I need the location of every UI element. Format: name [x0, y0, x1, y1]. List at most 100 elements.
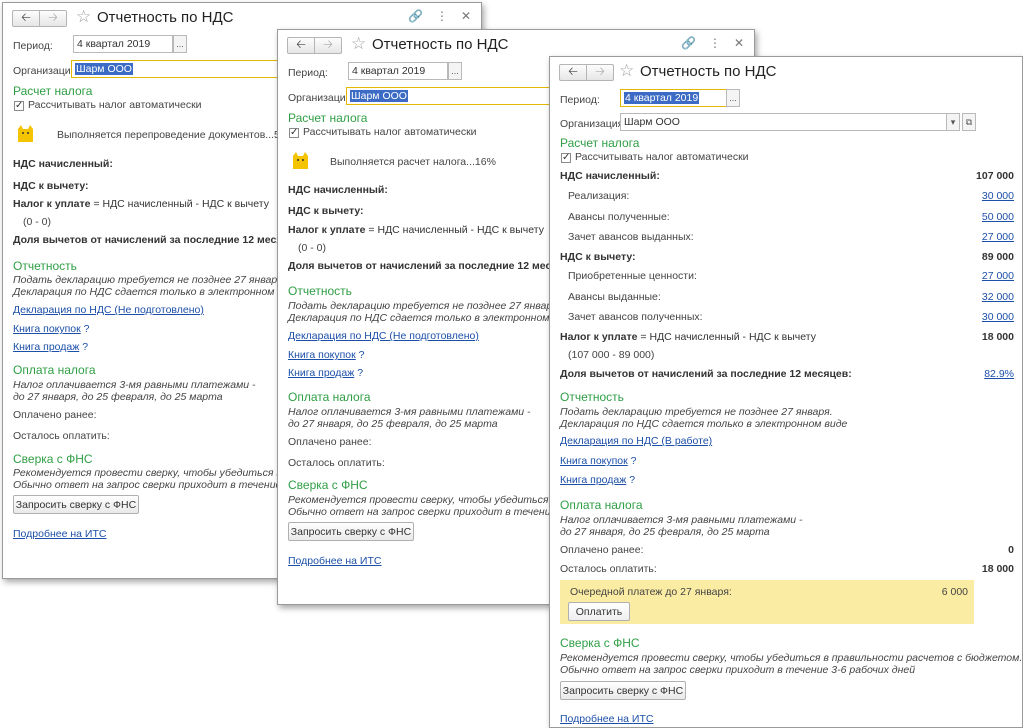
ellipsis-icon[interactable]: ...	[173, 35, 187, 53]
window-titlebar: 🡠 🡢 ☆ Отчетность по НДС 🔗 ⋮ ✕	[3, 3, 481, 31]
accrued-item-value[interactable]: 27 000	[982, 231, 1014, 243]
fns-note-2: Обычно ответ на запрос сверки приходит в…	[560, 664, 916, 676]
fns-note-1: Рекомендуется провести сверку, чтобы убе…	[560, 652, 1023, 664]
forward-arrow-icon[interactable]: 🡢	[40, 10, 67, 27]
more-icon[interactable]: ⋮	[709, 36, 721, 50]
vat-deduct-total: 89 000	[981, 251, 1014, 263]
declaration-link[interactable]: Декларация по НДС (В работе)	[560, 435, 712, 447]
ellipsis-icon[interactable]: ...	[726, 89, 740, 107]
purchase-book-link[interactable]: Книга покупок	[13, 323, 81, 335]
section-fns: Сверка с ФНС	[288, 478, 368, 492]
deduct-item-label: Приобретенные ценности:	[568, 270, 697, 282]
deduction-share-label: Доля вычетов от начислений за последние …	[288, 260, 580, 272]
period-label: Период:	[560, 94, 600, 106]
organization-label: Организация:	[288, 92, 355, 104]
section-reporting: Отчетность	[13, 259, 77, 273]
help-icon[interactable]: ?	[629, 474, 635, 486]
forward-arrow-icon[interactable]: 🡢	[315, 37, 342, 54]
accrued-item-value[interactable]: 50 000	[982, 211, 1014, 223]
more-its-link[interactable]: Подробнее на ИТС	[13, 528, 106, 540]
period-field[interactable]: 4 квартал 2019	[348, 62, 448, 80]
reporting-note-2: Декларация по НДС сдается только в элект…	[288, 312, 576, 324]
forward-arrow-icon[interactable]: 🡢	[587, 64, 614, 81]
back-arrow-icon[interactable]: 🡠	[12, 10, 40, 27]
fns-note-1: Рекомендуется провести сверку, чтобы убе…	[288, 494, 589, 506]
deduct-item-label: Зачет авансов полученных:	[568, 311, 703, 323]
next-payment-label: Очередной платеж до 27 января:	[570, 586, 732, 598]
deduct-item-label: Авансы выданные:	[568, 291, 661, 303]
pay-button[interactable]: Оплатить	[568, 602, 630, 621]
purchase-book-link[interactable]: Книга покупок	[560, 455, 628, 467]
help-icon[interactable]: ?	[359, 349, 365, 361]
sales-book-link[interactable]: Книга продаж	[288, 367, 354, 379]
ellipsis-icon[interactable]: ...	[448, 62, 462, 80]
link-icon[interactable]: 🔗	[681, 36, 696, 50]
tax-payable-total: 18 000	[981, 331, 1014, 343]
window-title: Отчетность по НДС	[640, 63, 777, 80]
period-field[interactable]: 4 квартал 2019	[620, 89, 728, 107]
checkbox-checked-icon[interactable]: ✓	[14, 101, 24, 111]
vat-accrued-label: НДС начисленный:	[560, 170, 660, 182]
tax-payable-line: Налог к уплате = НДС начисленный - НДС к…	[288, 224, 544, 236]
close-icon[interactable]: ✕	[734, 36, 744, 50]
section-payment: Оплата налога	[560, 498, 643, 512]
window-titlebar: 🡠 🡢 ☆ Отчетность по НДС 🔗 ⋮ ✕	[278, 30, 754, 58]
section-tax-calc: Расчет налога	[13, 84, 93, 98]
organization-field[interactable]: Шарм ООО	[620, 113, 960, 131]
accrued-item-value[interactable]: 30 000	[982, 190, 1014, 202]
sales-book-link[interactable]: Книга продаж	[13, 341, 79, 353]
open-icon[interactable]: ⧉	[962, 113, 976, 131]
progress-text: Выполняется расчет налога...16%	[330, 156, 496, 168]
help-icon[interactable]: ?	[82, 341, 88, 353]
purchase-book-link[interactable]: Книга покупок	[288, 349, 356, 361]
back-arrow-icon[interactable]: 🡠	[287, 37, 315, 54]
close-icon[interactable]: ✕	[461, 9, 471, 23]
paid-earlier-label: Оплачено ранее:	[13, 409, 97, 421]
request-reconciliation-button[interactable]: Запросить сверку с ФНС	[13, 495, 139, 514]
paid-earlier-label: Оплачено ранее:	[560, 544, 644, 556]
window-title: Отчетность по НДС	[97, 9, 234, 26]
more-its-link[interactable]: Подробнее на ИТС	[560, 713, 653, 725]
star-icon[interactable]: ☆	[351, 34, 366, 54]
checkbox-checked-icon[interactable]: ✓	[289, 128, 299, 138]
help-icon[interactable]: ?	[84, 323, 90, 335]
deduct-item-value[interactable]: 32 000	[982, 291, 1014, 303]
deduct-item-value[interactable]: 30 000	[982, 311, 1014, 323]
declaration-link[interactable]: Декларация по НДС (Не подготовлено)	[288, 330, 479, 342]
period-field[interactable]: 4 квартал 2019	[73, 35, 173, 53]
request-reconciliation-button[interactable]: Запросить сверку с ФНС	[288, 522, 414, 541]
report-window-3: 🡠 🡢 ☆ Отчетность по НДС Период: 4 кварта…	[549, 56, 1023, 728]
formula-values: (0 - 0)	[298, 242, 327, 254]
reporting-note-2: Декларация по НДС сдается только в элект…	[13, 286, 301, 298]
declaration-link[interactable]: Декларация по НДС (Не подготовлено)	[13, 304, 204, 316]
more-its-link[interactable]: Подробнее на ИТС	[288, 555, 381, 567]
link-icon[interactable]: 🔗	[408, 9, 423, 23]
sales-book-link[interactable]: Книга продаж	[560, 474, 626, 486]
window-title: Отчетность по НДС	[372, 36, 509, 53]
reporting-note-2: Декларация по НДС сдается только в элект…	[560, 418, 848, 430]
window-titlebar: 🡠 🡢 ☆ Отчетность по НДС	[550, 57, 1022, 85]
request-reconciliation-button[interactable]: Запросить сверку с ФНС	[560, 681, 686, 700]
star-icon[interactable]: ☆	[76, 7, 91, 27]
payment-note-1: Налог оплачивается 3-мя равными платежам…	[288, 406, 531, 418]
progress-text: Выполняется перепроведение документов...…	[57, 129, 296, 141]
vat-accrued-label: НДС начисленный:	[13, 158, 113, 170]
help-icon[interactable]: ?	[357, 367, 363, 379]
vat-accrued-total: 107 000	[976, 170, 1014, 182]
more-icon[interactable]: ⋮	[436, 9, 448, 23]
auto-calc-label: Рассчитывать налог автоматически	[303, 126, 477, 138]
dropdown-icon[interactable]: ▾	[946, 113, 960, 131]
fns-note-2: Обычно ответ на запрос сверки приходит в…	[288, 506, 584, 518]
help-icon[interactable]: ?	[631, 455, 637, 467]
next-payment-value: 6 000	[941, 586, 968, 598]
back-arrow-icon[interactable]: 🡠	[559, 64, 587, 81]
star-icon[interactable]: ☆	[619, 61, 634, 81]
vat-deduct-label: НДС к вычету:	[560, 251, 636, 263]
deduction-share-value[interactable]: 82.9%	[984, 368, 1014, 380]
deduct-item-value[interactable]: 27 000	[982, 270, 1014, 282]
period-label: Период:	[288, 67, 328, 79]
checkbox-checked-icon[interactable]: ✓	[561, 153, 571, 163]
auto-calc-label: Рассчитывать налог автоматически	[575, 151, 749, 163]
section-tax-calc: Расчет налога	[288, 111, 368, 125]
section-reporting: Отчетность	[560, 390, 624, 404]
